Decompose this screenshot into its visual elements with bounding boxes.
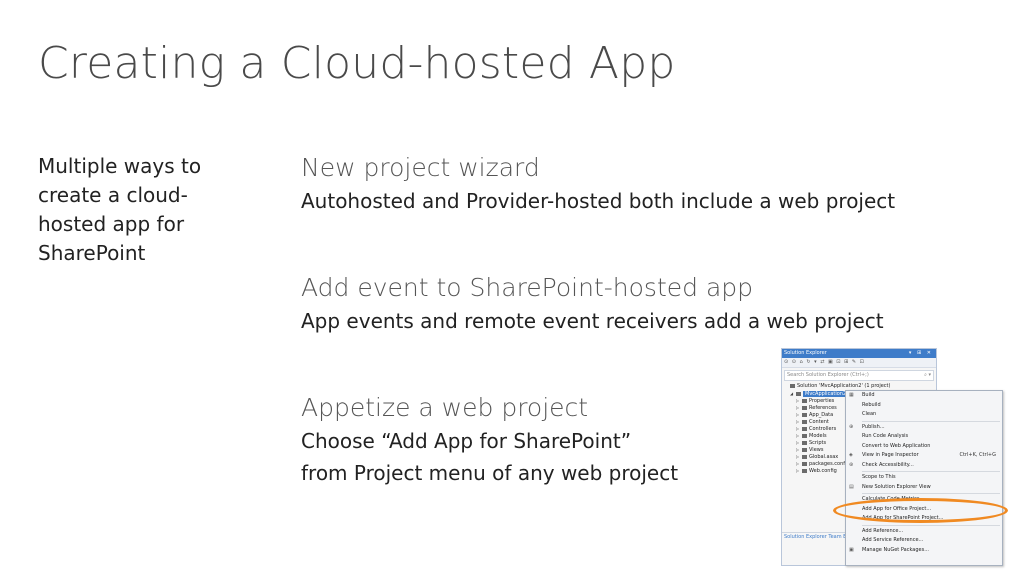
menu-item: ⊛ Check Accessibility... xyxy=(846,461,1002,471)
panel-header: Solution Explorer ▾ ⊞ ✕ xyxy=(782,349,936,358)
point-heading: New project wizard xyxy=(301,153,540,182)
menu-item-label: New Solution Explorer View xyxy=(862,483,931,490)
menu-item: Scope to This xyxy=(846,473,1002,483)
folder-icon xyxy=(802,419,807,424)
context-menu: ▦ Build Rebuild Clean ⊕ Publish... Run Code An… xyxy=(845,390,1003,566)
tree-item-label: Web.config xyxy=(809,468,837,474)
folder-icon xyxy=(802,412,807,417)
point-line: App events and remote event receivers ad… xyxy=(301,309,884,333)
menu-item-icon: ◈ xyxy=(849,452,853,458)
menu-item: Convert to Web Application xyxy=(846,442,1002,452)
menu-item-label: Run Code Analysis xyxy=(862,433,909,439)
menu-item-label: Publish... xyxy=(862,423,885,430)
menu-item-label: Add Service Reference... xyxy=(862,537,924,543)
point-new-project-wizard: New project wizard Autohosted and Provid… xyxy=(301,151,1001,217)
folder-icon xyxy=(802,433,807,438)
menu-item-label: Build xyxy=(862,392,875,398)
menu-separator xyxy=(862,420,1000,422)
menu-item: ▣ Manage NuGet Packages... xyxy=(846,546,1002,556)
menu-item-label: Clean xyxy=(862,411,877,417)
menu-item: ▤ New Solution Explorer View xyxy=(846,483,1002,493)
panel-title: Solution Explorer xyxy=(784,350,827,356)
menu-item: Clean xyxy=(846,410,1002,420)
menu-item-label: Manage NuGet Packages... xyxy=(862,546,929,553)
menu-item-label: View in Page Inspector xyxy=(862,452,919,458)
folder-icon xyxy=(802,440,807,445)
slide-title: Creating a Cloud-hosted App xyxy=(38,38,676,89)
folder-icon xyxy=(802,405,807,410)
point-add-event: Add event to SharePoint-hosted app App e… xyxy=(301,271,1001,337)
search-icon: ⌕ ▾ xyxy=(924,372,931,378)
folder-icon xyxy=(802,398,807,403)
menu-item: Run Code Analysis xyxy=(846,432,1002,442)
menu-item: ▦ Build xyxy=(846,391,1002,401)
point-heading: Add event to SharePoint-hosted app xyxy=(301,273,754,302)
menu-item: Add Reference... xyxy=(846,527,1002,537)
menu-item-icon: ▤ xyxy=(849,483,854,490)
menu-item-icon: ⊕ xyxy=(849,423,854,430)
menu-item: Rebuild xyxy=(846,401,1002,411)
search-input: Search Solution Explorer (Ctrl+;) ⌕ ▾ xyxy=(784,370,934,381)
solution-explorer-screenshot: Solution Explorer ▾ ⊞ ✕ ⊙ ⊙ ⌂ ↻ ▾ ⇄ ▣ ⊡ … xyxy=(781,348,1008,566)
menu-separator xyxy=(862,493,1000,494)
menu-item-label: Rebuild xyxy=(862,401,881,408)
menu-item-shortcut: Ctrl+K, Ctrl+G xyxy=(959,452,996,458)
menu-item-label: Add Reference... xyxy=(862,527,904,534)
menu-item-icon: ⊛ xyxy=(849,461,854,468)
folder-icon xyxy=(802,461,807,466)
menu-item-icon: ▣ xyxy=(849,546,854,553)
menu-separator xyxy=(862,524,1000,526)
menu-item-label: Convert to Web Application xyxy=(862,442,931,449)
point-line: Autohosted and Provider-hosted both incl… xyxy=(301,189,896,213)
panel-toolbar: ⊙ ⊙ ⌂ ↻ ▾ ⇄ ▣ ⊡ ⊞ ✎ ⊡ xyxy=(782,358,936,368)
slide-summary: Multiple ways to create a cloud-hosted a… xyxy=(38,154,202,265)
folder-icon xyxy=(802,447,807,452)
folder-icon xyxy=(796,391,801,396)
folder-icon xyxy=(790,383,795,388)
folder-icon xyxy=(802,468,807,473)
menu-item-icon: ▦ xyxy=(849,392,854,398)
folder-icon xyxy=(802,426,807,431)
menu-item-label: Scope to This xyxy=(862,474,896,480)
menu-item: ⊕ Publish... xyxy=(846,423,1002,433)
tree-item-label: Solution 'MvcApplication2' (1 project) xyxy=(797,383,891,389)
folder-icon xyxy=(802,454,807,459)
menu-item: Add Service Reference... xyxy=(846,536,1002,546)
menu-item-label: Check Accessibility... xyxy=(862,461,914,468)
highlight-ellipse xyxy=(833,498,1008,523)
panel-controls: ▾ ⊞ ✕ xyxy=(908,350,933,356)
tree-item: Solution 'MvcApplication2' (1 project) xyxy=(782,383,936,390)
menu-separator xyxy=(862,471,1000,472)
menu-item: ◈ View in Page Inspector Ctrl+K, Ctrl+G xyxy=(846,451,1002,461)
